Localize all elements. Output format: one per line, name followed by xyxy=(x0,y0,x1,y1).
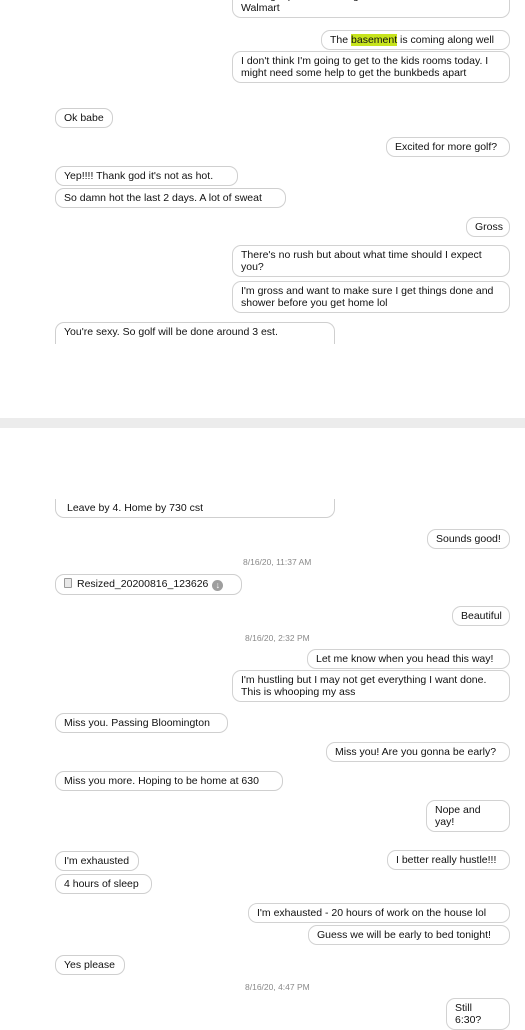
message-bubble-received: You're sexy. So golf will be done around… xyxy=(55,322,335,344)
message-text: Guess we will be early to bed tonight! xyxy=(317,929,491,941)
message-bubble-received: Miss you more. Hoping to be home at 630 xyxy=(55,771,283,791)
message-bubble-received: Ok babe xyxy=(55,108,113,128)
message-bubble-sent: Still 6:30? xyxy=(446,998,510,1030)
message-text: 4 hours of sleep xyxy=(64,878,139,890)
message-text: Nope and yay! xyxy=(435,804,481,828)
message-text: You're sexy. So golf will be done around… xyxy=(64,326,278,338)
message-text: I better really hustle!!! xyxy=(396,854,497,866)
message-bubble-received: Miss you. Passing Bloomington xyxy=(55,713,228,733)
message-text: Yes please xyxy=(64,959,115,971)
message-bubble-sent: Let me know when you head this way! xyxy=(307,649,510,669)
message-text: Let me know when you head this way! xyxy=(316,653,494,665)
message-text: The xyxy=(330,34,352,46)
message-bubble-sent: I'm hustling but I may not get everythin… xyxy=(232,670,510,702)
message-text: never get picture messages to send when … xyxy=(241,0,464,14)
message-bubble-received: Yes please xyxy=(55,955,125,975)
message-bubble-sent: I'm gross and want to make sure I get th… xyxy=(232,281,510,313)
message-bubble-sent: I better really hustle!!! xyxy=(387,850,510,870)
search-highlight: basement xyxy=(351,34,398,46)
message-text: Yep!!!! Thank god it's not as hot. xyxy=(64,170,214,182)
message-bubble-sent: Nope and yay! xyxy=(426,800,510,832)
message-bubble-sent: There's no rush but about what time shou… xyxy=(232,245,510,277)
message-text: Beautiful xyxy=(461,610,502,622)
message-text: Miss you. Passing Bloomington xyxy=(64,717,210,729)
message-bubble-received: So damn hot the last 2 days. A lot of sw… xyxy=(55,188,286,208)
message-bubble-received: 4 hours of sleep xyxy=(55,874,152,894)
message-bubble-sent: Excited for more golf? xyxy=(386,137,510,157)
message-bubble-sent: Guess we will be early to bed tonight! xyxy=(308,925,510,945)
message-text: Excited for more golf? xyxy=(395,141,498,153)
section-divider xyxy=(0,418,525,428)
message-text: Leave by 4. Home by 730 cst xyxy=(67,502,203,514)
message-text: I'm exhausted xyxy=(64,855,130,867)
message-bubble-sent: Beautiful xyxy=(452,606,510,626)
message-bubble-received: Yep!!!! Thank god it's not as hot. xyxy=(55,166,238,186)
message-bubble-sent: Sounds good! xyxy=(427,529,510,549)
message-text: Miss you! Are you gonna be early? xyxy=(335,746,497,758)
message-text: I'm gross and want to make sure I get th… xyxy=(241,285,494,309)
message-bubble-sent: The basement is coming along well xyxy=(321,30,510,50)
message-text: is coming along well xyxy=(397,34,495,46)
message-bubble-sent: Gross xyxy=(466,217,510,237)
message-bubble-sent: never get picture messages to send when … xyxy=(232,0,510,18)
message-bubble-sent: I'm exhausted - 20 hours of work on the … xyxy=(248,903,510,923)
download-icon[interactable]: ↓ xyxy=(212,580,224,591)
message-bubble-received: Leave by 4. Home by 730 cst xyxy=(55,499,335,518)
attachment-bubble[interactable]: Resized_20200816_123626 ↓ xyxy=(55,574,242,595)
message-text: I don't think I'm going to get to the ki… xyxy=(241,55,489,79)
message-bubble-sent: I don't think I'm going to get to the ki… xyxy=(232,51,510,83)
message-bubble-sent: Miss you! Are you gonna be early? xyxy=(326,742,510,762)
message-text: Gross xyxy=(475,221,504,233)
message-text: Sounds good! xyxy=(436,533,501,545)
message-bubble-received: I'm exhausted xyxy=(55,851,139,871)
message-text: I'm exhausted - 20 hours of work on the … xyxy=(257,907,487,919)
attachment-filename[interactable]: Resized_20200816_123626 xyxy=(77,578,208,590)
message-text: Miss you more. Hoping to be home at 630 xyxy=(64,775,259,787)
image-file-icon xyxy=(64,578,72,588)
message-text: So damn hot the last 2 days. A lot of sw… xyxy=(64,192,262,204)
message-text: I'm hustling but I may not get everythin… xyxy=(241,674,487,698)
message-text: Ok babe xyxy=(64,112,104,124)
message-text: Still 6:30? xyxy=(455,1002,482,1026)
message-text: There's no rush but about what time shou… xyxy=(241,249,482,273)
